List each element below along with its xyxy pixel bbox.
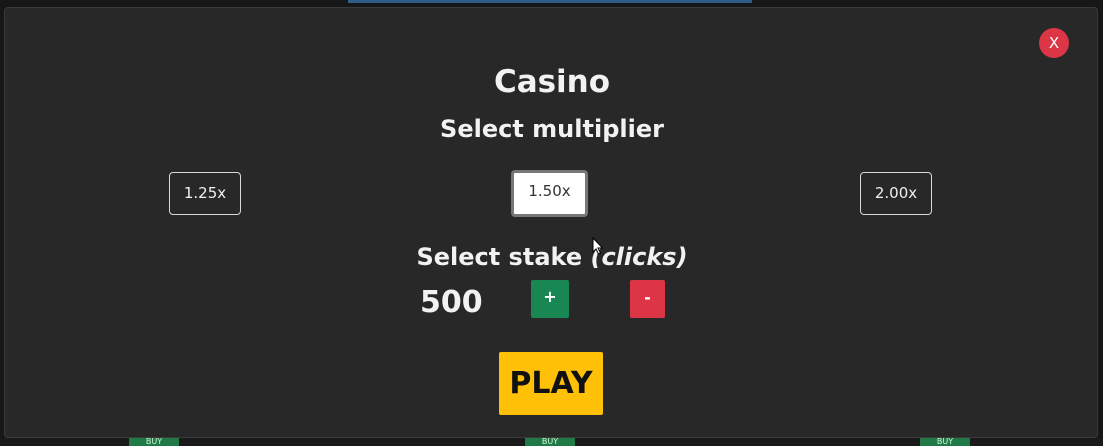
background-buy-button: BUY bbox=[129, 437, 179, 446]
stake-heading: Select stake (clicks) bbox=[5, 242, 1099, 272]
background-buy-button: BUY bbox=[920, 437, 970, 446]
stake-heading-unit: (clicks) bbox=[590, 243, 688, 271]
multiplier-button-1-25x[interactable]: 1.25x bbox=[169, 172, 241, 215]
background-buy-button: BUY bbox=[525, 437, 575, 446]
play-button[interactable]: PLAY bbox=[499, 352, 603, 415]
stake-heading-label: Select stake bbox=[416, 243, 583, 271]
multiplier-button-1-50x[interactable]: 1.50x bbox=[511, 170, 588, 217]
pointer-cursor-icon bbox=[592, 237, 604, 255]
casino-modal: X Casino Select multiplier 1.25x 1.50x 2… bbox=[4, 7, 1098, 438]
modal-title: Casino bbox=[493, 64, 611, 100]
close-button[interactable]: X bbox=[1039, 28, 1069, 58]
stake-value: 500 bbox=[420, 285, 483, 320]
increase-stake-button[interactable]: + bbox=[531, 280, 569, 318]
decrease-stake-button[interactable]: - bbox=[630, 280, 665, 318]
multiplier-button-2-00x[interactable]: 2.00x bbox=[860, 172, 932, 215]
multiplier-heading: Select multiplier bbox=[440, 115, 664, 143]
background-tab-indicator bbox=[348, 0, 752, 3]
